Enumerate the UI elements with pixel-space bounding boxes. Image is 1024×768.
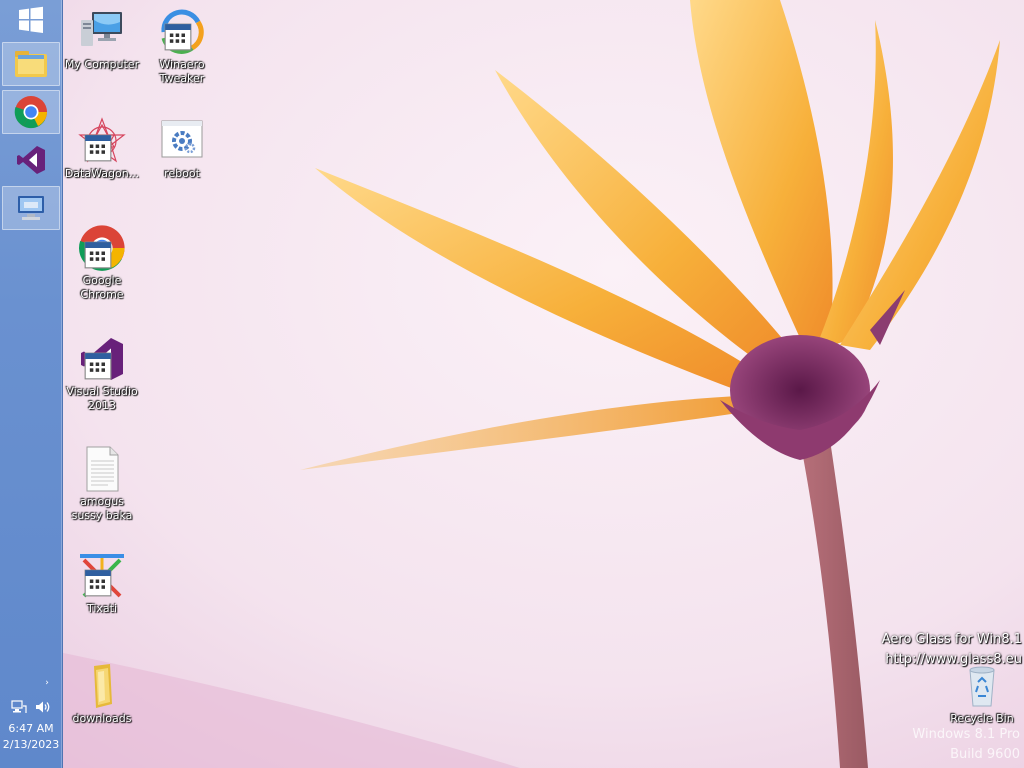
aero-glass-watermark: Aero Glass for Win8.1 http://www.glass8.… — [822, 630, 1022, 670]
desktop-icon-label: DataWagon... — [64, 167, 140, 180]
app-shortcut-icon — [84, 352, 112, 380]
windows-logo-icon — [19, 6, 43, 33]
desktop-icon-datawagon[interactable]: DataWagon... — [62, 117, 142, 181]
taskbar-remote-desktop[interactable] — [2, 186, 60, 230]
taskbar-file-explorer[interactable] — [2, 42, 60, 86]
app-shortcut-icon — [84, 569, 112, 597]
app-shortcut-icon — [84, 134, 112, 162]
desktop-icon-google-chrome[interactable]: Google Chrome — [62, 224, 142, 302]
network-icon[interactable] — [11, 700, 27, 714]
windows-edition: Windows 8.1 Pro — [912, 727, 1020, 742]
desktop-icon-label: Visual Studio 2013 — [66, 385, 138, 412]
clock-time[interactable]: 6:47 AM — [0, 722, 62, 735]
watermark-line: Aero Glass for Win8.1 — [881, 632, 1022, 647]
visual-studio-icon — [17, 146, 45, 174]
desktop-icon-visual-studio-2013[interactable]: Visual Studio 2013 — [62, 335, 142, 413]
folder-icon — [94, 664, 112, 708]
computer-icon — [81, 12, 122, 46]
desktop-icon-label: amogus sussy baka — [71, 495, 133, 522]
taskbar-chrome[interactable] — [2, 90, 60, 134]
desktop-icon-label: My Computer — [64, 58, 140, 71]
desktop-icon-downloads[interactable]: downloads — [62, 662, 142, 726]
desktop-icon-recycle-bin[interactable]: Recycle Bin — [942, 662, 1022, 726]
app-shortcut-icon — [164, 23, 192, 51]
app-shortcut-icon — [84, 241, 112, 269]
desktop-icon-label: Winaero Tweaker — [159, 58, 205, 85]
desktop-icon-label: Google Chrome — [80, 274, 124, 301]
desktop-icon-tixati[interactable]: Tixati — [62, 552, 142, 616]
desktop-icon-amogus-sussy-baka[interactable]: amogus sussy baka — [62, 445, 142, 523]
desktop-icon-label: Tixati — [86, 602, 118, 615]
taskbar-visual-studio[interactable] — [2, 138, 60, 182]
watermark-url: http://www.glass8.eu — [885, 652, 1022, 667]
volume-icon[interactable] — [35, 700, 51, 714]
windows-version-watermark: Windows 8.1 Pro Build 9600 — [820, 725, 1020, 765]
start-button[interactable] — [2, 0, 60, 40]
desktop-icon-label: reboot — [164, 167, 200, 180]
chrome-icon — [14, 96, 47, 129]
desktop-icon-my-computer[interactable]: My Computer — [62, 8, 142, 72]
text-file-icon — [86, 446, 119, 492]
clock-date[interactable]: 2/13/2023 — [0, 738, 62, 751]
taskbar: › 6:47 AM 2/13/2023 — [0, 0, 63, 768]
notification-area: › 6:47 AM 2/13/2023 — [0, 676, 62, 768]
reboot-icon — [161, 120, 203, 158]
desktop-icon-reboot[interactable]: reboot — [142, 117, 222, 181]
desktop-icon-label: downloads — [72, 712, 132, 725]
windows-build: Build 9600 — [950, 747, 1020, 762]
show-hidden-icons-button[interactable]: › — [42, 678, 52, 688]
desktop-icon-winaero-tweaker[interactable]: Winaero Tweaker — [142, 8, 222, 86]
remote-desktop-icon — [18, 196, 44, 220]
file-explorer-icon — [15, 51, 47, 77]
desktop-icon-label: Recycle Bin — [950, 712, 1014, 725]
